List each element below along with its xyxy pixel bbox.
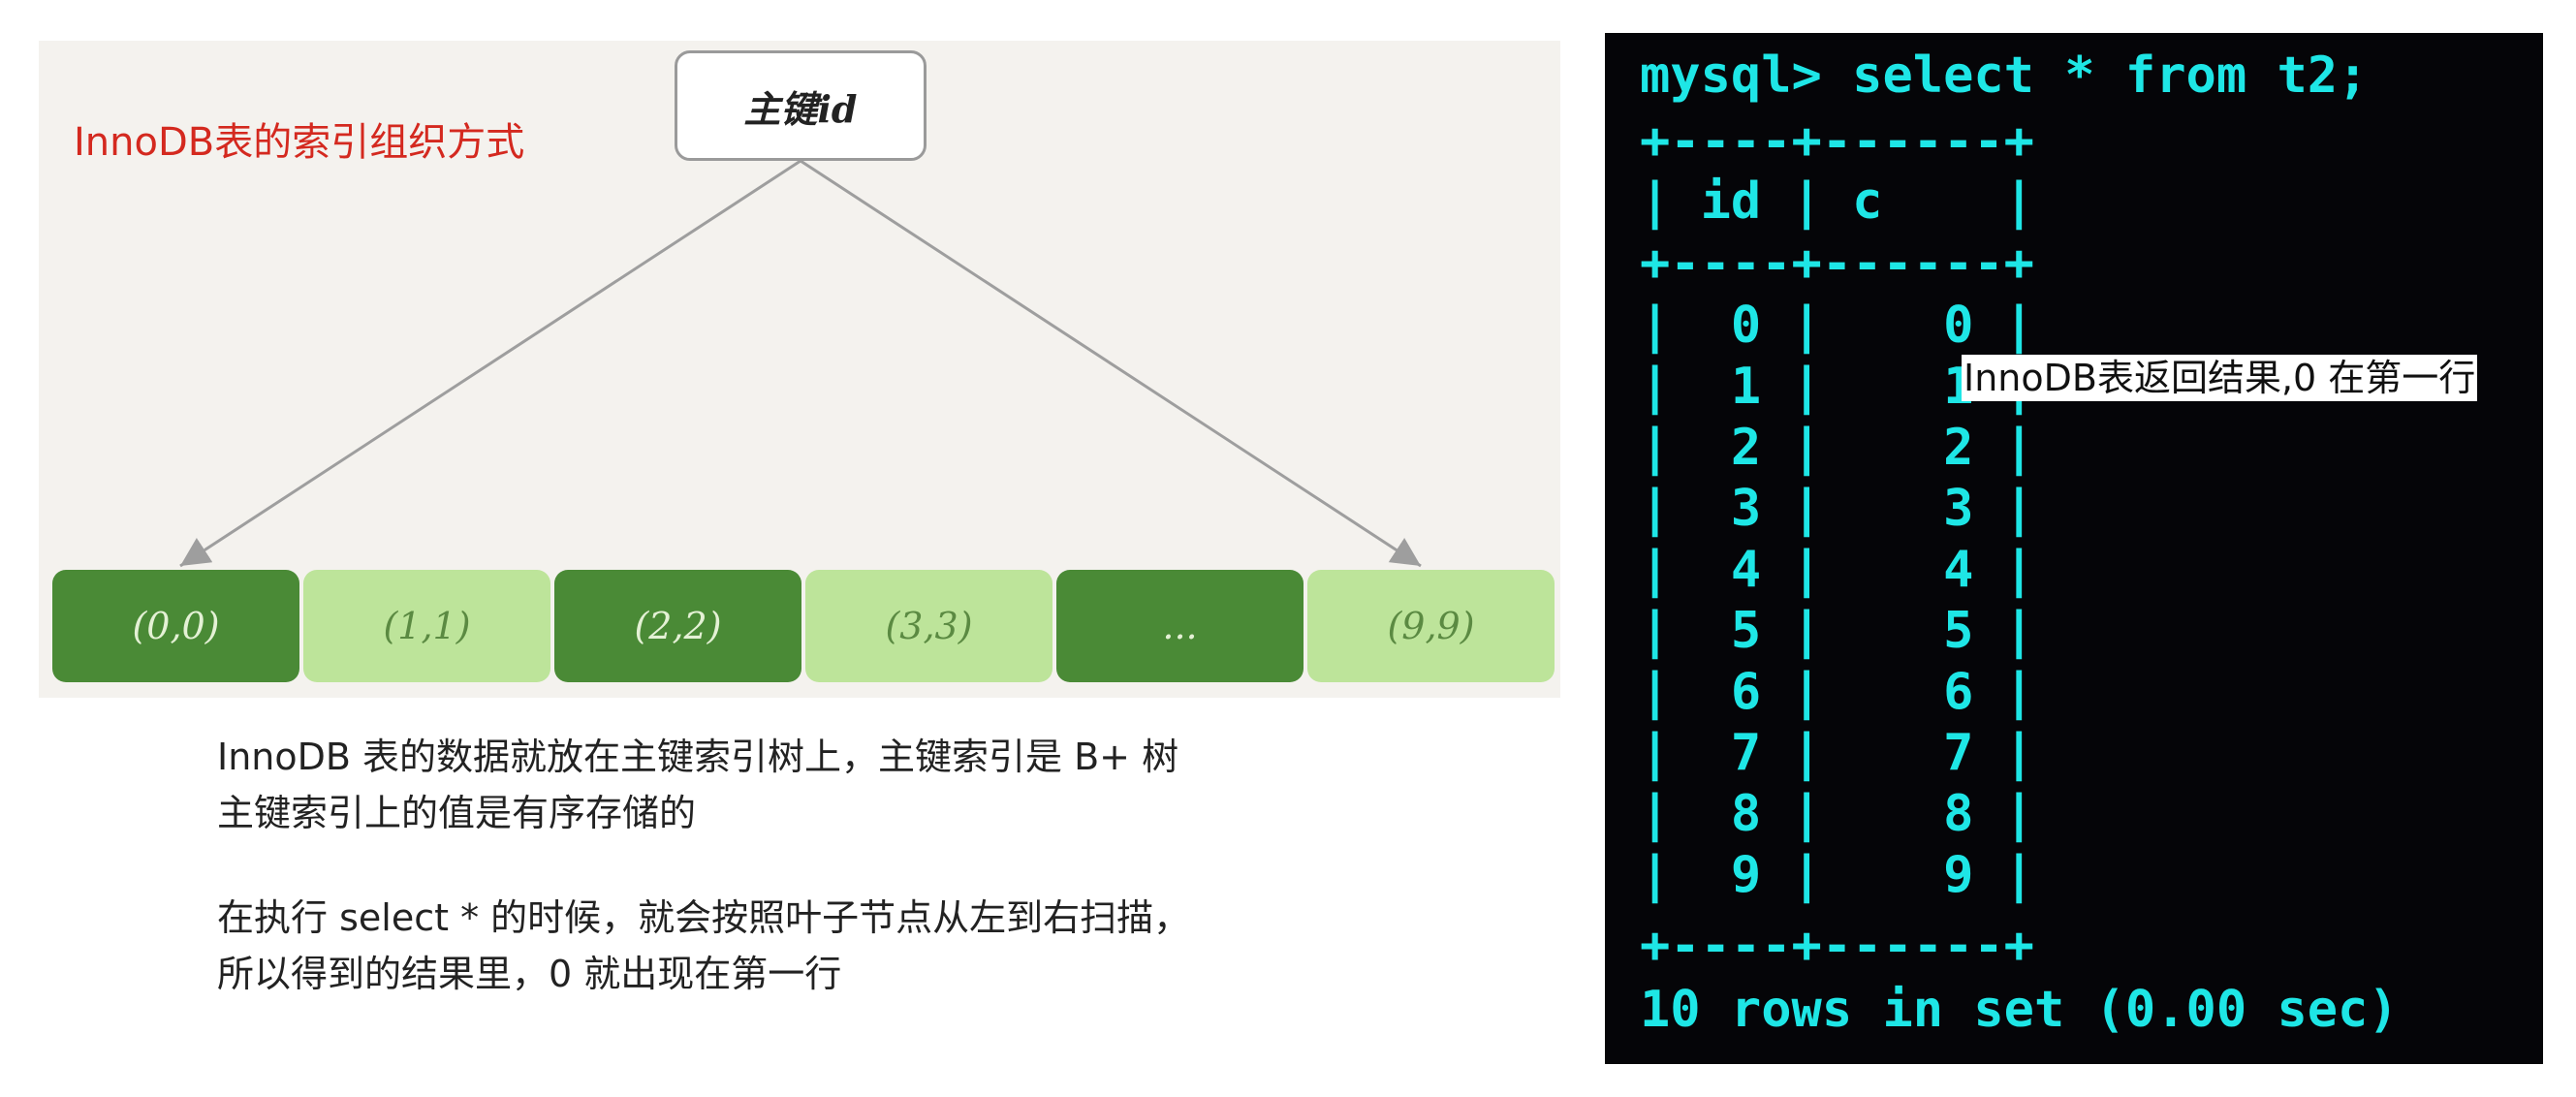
leaf-label: (3,3) — [885, 605, 973, 647]
table-row: | 8 | 8 | — [1640, 785, 2034, 843]
caption-line: InnoDB 表的数据就放在主键索引树上，主键索引是 B+ 树 — [217, 736, 1179, 778]
leaf-label: (0,0) — [132, 605, 220, 647]
table-row: | 4 | 4 | — [1640, 541, 2034, 599]
leaf-label: (2,2) — [634, 605, 722, 647]
leaf-label: (1,1) — [383, 605, 471, 647]
edge-left — [179, 159, 801, 568]
mysql-terminal: mysql> select * from t2; +----+------+ |… — [1605, 33, 2543, 1064]
caption-line: 在执行 select * 的时候，就会按照叶子节点从左到右扫描， — [217, 896, 1191, 939]
edge-right — [800, 159, 1422, 568]
table-border-top: +----+------+ — [1640, 112, 2034, 171]
index-diagram: InnoDB表的索引组织方式 主键id (0,0) (1,1) (2,2) (3… — [39, 41, 1560, 698]
table-header: | id | c | — [1640, 172, 2034, 231]
leaf-label: ... — [1162, 605, 1198, 647]
root-node-primary-key: 主键id — [675, 50, 927, 161]
table-row: | 9 | 9 | — [1640, 846, 2034, 904]
table-row: | 5 | 5 | — [1640, 602, 2034, 660]
table-row: | 2 | 2 | — [1640, 419, 2034, 477]
annotation-label: InnoDB表返回结果,0 在第一行 — [1962, 355, 2478, 401]
table-border-mid: +----+------+ — [1640, 235, 2034, 293]
table-row: | 3 | 3 | — [1640, 480, 2034, 538]
leaf-node: (2,2) — [554, 570, 801, 682]
leaf-node: (9,9) — [1307, 570, 1555, 682]
leaf-node: (3,3) — [805, 570, 1052, 682]
table-row: | 0 | 0 | — [1640, 297, 2034, 355]
leaf-node: (1,1) — [303, 570, 550, 682]
terminal-result-summary: 10 rows in set (0.00 sec) — [1640, 981, 2399, 1039]
caption-line: 所以得到的结果里，0 就出现在第一行 — [217, 953, 842, 995]
caption-line: 主键索引上的值是有序存储的 — [217, 792, 697, 834]
table-row: | 6 | 6 | — [1640, 663, 2034, 721]
leaf-label: (9,9) — [1387, 605, 1475, 647]
leaf-node: ... — [1056, 570, 1304, 682]
leaf-node: (0,0) — [52, 570, 299, 682]
terminal-prompt: mysql> select * from t2; — [1640, 47, 2369, 105]
table-border-bottom: +----+------+ — [1640, 917, 2034, 975]
root-node-label: 主键id — [743, 86, 858, 131]
leaf-row: (0,0) (1,1) (2,2) (3,3) ... (9,9) — [52, 570, 1555, 682]
table-row: | 7 | 7 | — [1640, 724, 2034, 782]
